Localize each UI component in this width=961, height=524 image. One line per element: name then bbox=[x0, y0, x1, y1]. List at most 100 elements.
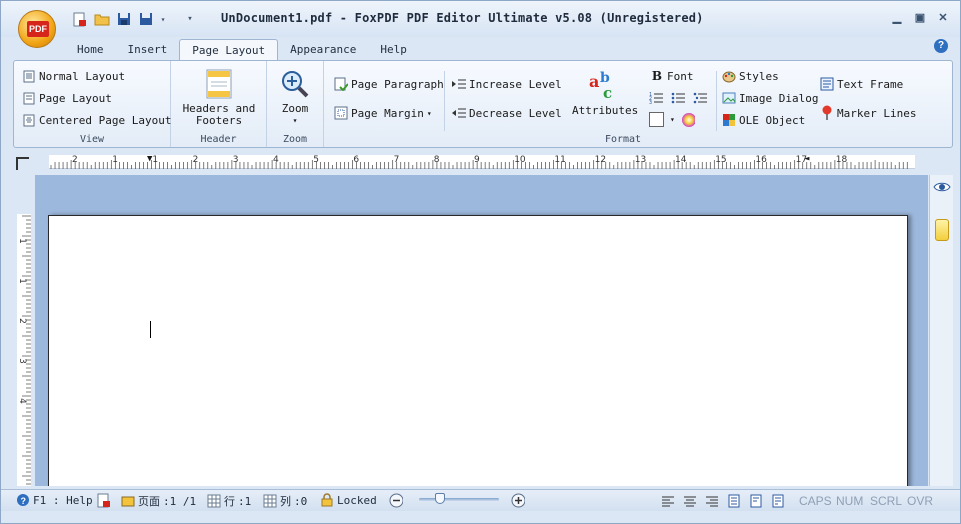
list-buttons-row: 123 bbox=[649, 91, 707, 105]
zoom-slider-thumb[interactable] bbox=[435, 493, 445, 504]
customize-qat-button[interactable]: ▾ bbox=[181, 11, 199, 27]
marker-lines-button[interactable]: Marker Lines bbox=[820, 105, 916, 120]
format-separator-1 bbox=[444, 71, 445, 131]
styles-button[interactable]: Styles bbox=[722, 69, 779, 83]
decrease-level-button[interactable]: Decrease Level bbox=[452, 106, 562, 120]
side-panel-toggle-button[interactable] bbox=[935, 219, 949, 241]
ribbon-tabs: Home Insert Page Layout Appearance Help bbox=[65, 39, 419, 61]
ole-object-button[interactable]: OLE Object bbox=[722, 113, 805, 127]
border-color-box[interactable] bbox=[649, 112, 664, 127]
new-document-button[interactable] bbox=[71, 11, 89, 27]
header-group: Headers and Footers Header bbox=[171, 61, 267, 147]
zoom-button-label: Zoom bbox=[281, 102, 309, 115]
tab-insert[interactable]: Insert bbox=[116, 39, 180, 61]
text-frame-button[interactable]: Text Frame bbox=[820, 77, 903, 91]
document-workspace[interactable] bbox=[35, 175, 928, 486]
tab-home[interactable]: Home bbox=[65, 39, 116, 61]
centered-page-layout-icon bbox=[22, 113, 36, 127]
status-locked[interactable]: Locked bbox=[320, 493, 377, 507]
format-group: Page Paragraph Page Margin ▾ Increase Le… bbox=[324, 61, 922, 147]
attributes-label: Attributes bbox=[572, 104, 639, 117]
status-col: 列 :0 bbox=[263, 493, 307, 509]
horizontal-ruler-label: 2 bbox=[72, 155, 78, 165]
help-icon[interactable]: ? bbox=[934, 39, 948, 53]
page-view-icon-2[interactable] bbox=[749, 494, 763, 508]
text-frame-label: Text Frame bbox=[837, 77, 904, 91]
new-pdf-icon bbox=[73, 12, 86, 26]
horizontal-ruler-label: 18 bbox=[835, 155, 848, 165]
zoom-button[interactable]: Zoom ▾ bbox=[273, 69, 317, 127]
color-wheel-icon[interactable] bbox=[681, 112, 695, 127]
save-as-button[interactable] bbox=[137, 11, 155, 27]
horizontal-ruler-label: 1 bbox=[152, 155, 159, 165]
status-page-value: :1 /1 bbox=[163, 494, 197, 508]
multilevel-list-icon[interactable] bbox=[693, 91, 707, 105]
font-label: Font bbox=[667, 69, 694, 83]
app-menu-button[interactable]: PDF bbox=[18, 10, 56, 48]
save-button[interactable] bbox=[115, 11, 133, 27]
pdf-file-icon bbox=[97, 493, 111, 507]
page-layout-icon bbox=[22, 91, 36, 105]
tab-appearance[interactable]: Appearance bbox=[278, 39, 368, 61]
color-buttons-row: ▾ bbox=[649, 112, 695, 127]
save-dropdown-button[interactable]: ▾ bbox=[159, 11, 167, 27]
vertical-ruler[interactable]: 1 1 2 3 4 bbox=[17, 214, 31, 486]
view-eye-icon[interactable] bbox=[933, 179, 951, 195]
align-left-icon[interactable] bbox=[661, 494, 675, 508]
close-button[interactable]: ✕ bbox=[936, 11, 950, 25]
align-right-icon[interactable] bbox=[705, 494, 719, 508]
font-button[interactable]: B Font bbox=[650, 69, 694, 83]
zoom-in-button[interactable] bbox=[511, 493, 525, 507]
page-margin-dropdown-arrow: ▾ bbox=[426, 108, 432, 118]
increase-level-button[interactable]: Increase Level bbox=[452, 77, 562, 91]
border-color-dropdown-arrow[interactable]: ▾ bbox=[670, 115, 675, 124]
numbered-list-icon[interactable]: 123 bbox=[649, 91, 663, 105]
horizontal-ruler-ticks bbox=[50, 160, 908, 169]
horizontal-ruler-label: 2 bbox=[192, 155, 199, 165]
document-page[interactable] bbox=[48, 215, 908, 486]
page-margin-label: Page Margin bbox=[351, 106, 424, 120]
tab-page-layout[interactable]: Page Layout bbox=[179, 39, 279, 61]
horizontal-ruler-label: 4 bbox=[273, 155, 279, 165]
horizontal-ruler[interactable]: 2 1 1 2 3 4 5 6 7 8 9 10 11 12 13 14 15 16 17 18 ▼ ◄ bbox=[49, 155, 915, 169]
window-controls: ▁ ▣ ✕ bbox=[890, 11, 950, 25]
zoom-out-button[interactable] bbox=[389, 493, 403, 507]
restore-button[interactable]: ▣ bbox=[913, 11, 927, 25]
attributes-button[interactable]: abc Attributes bbox=[572, 69, 639, 117]
status-row-label: 行 bbox=[224, 495, 235, 508]
zoom-slider-track[interactable] bbox=[419, 498, 499, 501]
tab-stop-selector[interactable] bbox=[15, 156, 31, 172]
horizontal-ruler-label: 1 bbox=[112, 155, 118, 165]
ovr-indicator: OVR bbox=[907, 494, 934, 508]
alignment-buttons bbox=[661, 494, 785, 508]
tab-help[interactable]: Help bbox=[368, 39, 419, 61]
text-cursor bbox=[150, 321, 151, 338]
minimize-button[interactable]: ▁ bbox=[890, 11, 904, 25]
app-pdf-badge: PDF bbox=[27, 21, 49, 37]
ole-object-icon bbox=[722, 113, 736, 127]
open-button[interactable] bbox=[93, 11, 111, 27]
align-center-icon[interactable] bbox=[683, 494, 697, 508]
page-layout-button[interactable]: Page Layout bbox=[22, 91, 112, 105]
left-indent-marker[interactable]: ▼ bbox=[147, 155, 152, 164]
bulleted-list-icon[interactable] bbox=[671, 91, 685, 105]
status-help[interactable]: ? F1 : Help bbox=[16, 493, 93, 507]
page-view-icon-3[interactable] bbox=[771, 494, 785, 508]
zoom-dropdown-arrow: ▾ bbox=[292, 116, 298, 125]
image-dialog-button[interactable]: Image Dialog bbox=[722, 91, 818, 105]
page-margin-button[interactable]: Page Margin ▾ bbox=[334, 106, 432, 120]
page-paragraph-button[interactable]: Page Paragraph bbox=[334, 77, 444, 91]
normal-layout-button[interactable]: Normal Layout bbox=[22, 69, 125, 83]
horizontal-ruler-label: 7 bbox=[393, 155, 400, 165]
centered-page-layout-button[interactable]: Centered Page Layout bbox=[22, 113, 171, 127]
zoom-magnifier-icon bbox=[282, 71, 309, 98]
status-help-label: F1 : Help bbox=[33, 493, 93, 507]
status-row-value: :1 bbox=[238, 494, 252, 508]
caps-indicator: CAPS bbox=[799, 494, 832, 508]
status-row: 行 :1 bbox=[207, 493, 251, 509]
right-indent-marker[interactable]: ◄ bbox=[804, 155, 809, 164]
horizontal-ruler-label: 12 bbox=[594, 155, 607, 165]
header-group-label: Header bbox=[200, 134, 237, 145]
headers-footers-button[interactable]: Headers and Footers bbox=[179, 69, 259, 127]
page-view-icon-1[interactable] bbox=[727, 494, 741, 508]
